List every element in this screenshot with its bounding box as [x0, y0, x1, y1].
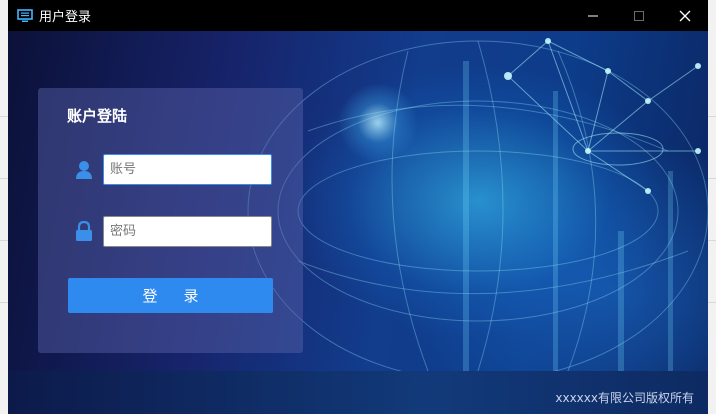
copyright-text: xxxxxx有限公司版权所有: [555, 391, 694, 405]
minimize-icon: [588, 15, 598, 16]
user-icon: [76, 161, 92, 179]
maximize-icon: [634, 10, 644, 21]
close-button[interactable]: [662, 0, 708, 31]
lock-icon: [76, 221, 92, 241]
login-button[interactable]: 登录: [68, 278, 273, 313]
window-title: 用户登录: [39, 10, 92, 25]
login-window: 用户登录 xxxxxx有限公司版权所有 账户登陆 账号 登录: [8, 0, 708, 414]
login-heading: 账户登陆: [67, 107, 128, 125]
maximize-button[interactable]: [616, 0, 662, 31]
login-panel: 账户登陆 登录: [38, 88, 303, 353]
password-input[interactable]: [103, 216, 272, 247]
desktop-left-edge: [0, 0, 8, 414]
footer-bar: xxxxxx有限公司版权所有: [8, 371, 708, 414]
app-monitor-icon: [17, 8, 33, 22]
desktop-right-edge: [708, 0, 716, 414]
minimize-button[interactable]: [570, 0, 616, 31]
title-bar[interactable]: 用户登录: [8, 0, 708, 31]
close-icon: [679, 10, 691, 21]
account-input[interactable]: [103, 154, 272, 185]
